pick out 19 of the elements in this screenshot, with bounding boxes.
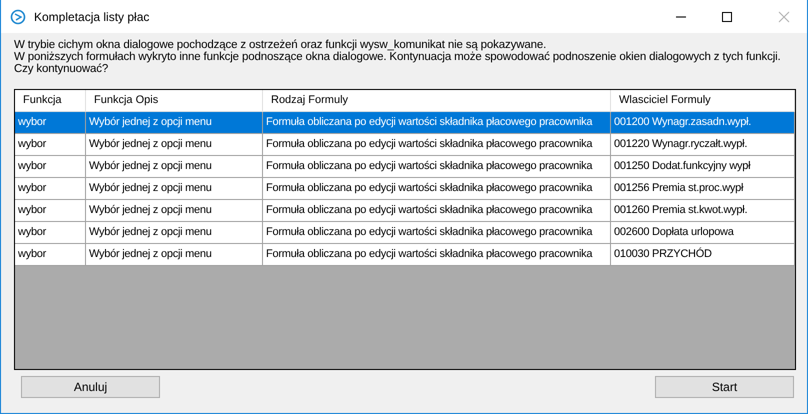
app-icon [10, 8, 26, 24]
table-row[interactable]: wybor Wybór jednej z opcji menu Formuła obliczana po edycji wartości składnika płacowego pracownika 001220 Wynagr.ryczałt.wypł. [15, 134, 795, 156]
maximize-icon[interactable] [721, 10, 733, 22]
table-row[interactable]: wybor Wybór jednej z opcji menu Formuła obliczana po edycji wartości składnika płacowego pracownika 010030 PRZYCHÓD [15, 244, 795, 266]
table-cell: Formuła obliczana po edycji wartości składnika płacowego pracownika [263, 244, 611, 266]
window-title: Kompletacja listy płac [34, 10, 150, 24]
table-row[interactable]: wybor Wybór jednej z opcji menu Formuła obliczana po edycji wartości składnika płacowego pracownika 001200 Wynagr.zasadn.wypł. [15, 112, 795, 134]
table-cell: 010030 PRZYCHÓD [611, 244, 795, 266]
table-row[interactable]: wybor Wybór jednej z opcji menu Formuła obliczana po edycji wartości składnika płacowego pracownika 001256 Premia st.proc.wypł [15, 178, 795, 200]
table-cell: wybor [15, 244, 86, 266]
message-line: Czy kontynuować? [14, 63, 110, 75]
table-row[interactable]: wybor Wybór jednej z opcji menu Formuła obliczana po edycji wartości składnika płacowego pracownika 002600 Dopłata urlopowa [15, 222, 795, 244]
start-button[interactable]: Start [655, 376, 794, 398]
table-row[interactable]: wybor Wybór jednej z opcji menu Formuła obliczana po edycji wartości składnika płacowego pracownika 001260 Premia st.kwot.wypł. [15, 200, 795, 222]
table-row[interactable]: wybor Wybór jednej z opcji menu Formuła obliczana po edycji wartości składnika płacowego pracownika 001250 Dodat.funkcyjny wypł [15, 156, 795, 178]
cancel-button[interactable]: Anuluj [21, 376, 160, 398]
table-cell: Wybór jednej z opcji menu [86, 244, 263, 266]
message-line: W trybie cichym okna dialogowe pochodzące z ostrzeżeń oraz funkcji wysw_komunikat nie są pokazywane. [14, 39, 548, 51]
message-line: W poniższych formułach wykryto inne funkcje podnoszące okna dialogowe. Kontynuacja może spowodować podnoszenie okien dialogowych z tych funkcji. [14, 51, 782, 63]
